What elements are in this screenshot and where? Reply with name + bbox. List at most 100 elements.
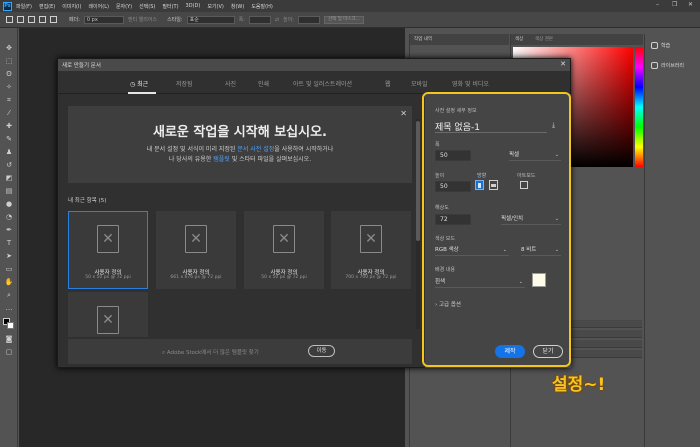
recent-item-size: 50 x 50 px @ 72 ppi <box>85 275 131 280</box>
recent-item[interactable]: ✕ <box>68 292 148 337</box>
hand-tool-icon[interactable]: ✋ <box>4 278 14 286</box>
tab-recent-label: 최근 <box>137 81 149 88</box>
document-presets-link[interactable]: 문서 사전 설정 <box>237 146 274 153</box>
shape-tool-icon[interactable]: ▭ <box>4 265 14 273</box>
menu-window[interactable]: 창(W) <box>231 3 244 10</box>
feather-input[interactable]: 0 px <box>83 15 124 24</box>
subtract-selection-icon[interactable] <box>39 16 46 23</box>
options-bar: 페더: 0 px 앤티 앨리어스 스타일: 표준 폭: ⇄ 높이: 선택 및 마… <box>0 12 700 28</box>
menu-image[interactable]: 이미지(I) <box>62 3 81 10</box>
menu-bar: Ps 파일(F) 편집(E) 이미지(I) 레이어(L) 문자(Y) 선택(S)… <box>0 0 700 12</box>
menu-help[interactable]: 도움말(H) <box>251 3 272 10</box>
screen-mode-icon[interactable]: ▢ <box>4 348 14 356</box>
background-color-swatch[interactable] <box>7 322 14 329</box>
recent-item-size: 700 x 700 px @ 72 ppi <box>345 275 397 280</box>
antialias-checkbox[interactable]: 앤티 앨리어스 <box>128 16 157 23</box>
learn-panel-button[interactable]: 학습 <box>651 42 670 49</box>
brush-tool-icon[interactable]: ✎ <box>4 135 14 143</box>
new-selection-icon[interactable] <box>17 16 24 23</box>
layer-row[interactable] <box>570 320 642 328</box>
intersect-selection-icon[interactable] <box>50 16 57 23</box>
swap-icon[interactable]: ⇄ <box>275 17 279 23</box>
select-and-mask-button[interactable]: 선택 및 마스크... <box>323 15 364 24</box>
menu-file[interactable]: 파일(F) <box>16 3 32 10</box>
tab-history[interactable]: 작업 내역 <box>414 36 432 42</box>
menu-select[interactable]: 선택(S) <box>139 3 155 10</box>
tab-print[interactable]: 인쇄 <box>258 79 269 88</box>
zoom-tool-icon[interactable]: ⌕ <box>4 291 14 299</box>
history-brush-icon[interactable]: ↺ <box>4 161 14 169</box>
tab-film-video[interactable]: 영화 및 비디오 <box>452 79 489 88</box>
welcome-line-1: 내 문서 설정 및 서식이 미리 지정된 문서 사전 설정을 사용하여 시작하거… <box>68 144 412 153</box>
eyedropper-icon[interactable]: ⁄ <box>4 109 14 117</box>
style-select[interactable]: 표준 <box>186 15 235 24</box>
quick-mask-icon[interactable]: ◙ <box>4 335 14 343</box>
add-selection-icon[interactable] <box>28 16 35 23</box>
more-tools-icon[interactable]: … <box>4 304 14 312</box>
hue-slider[interactable] <box>635 47 643 167</box>
move-tool-icon[interactable]: ✥ <box>4 44 14 52</box>
tab-art-illustration[interactable]: 아트 및 일러스트레이션 <box>293 79 352 88</box>
recent-items-label: 내 최근 항목 (5) <box>68 198 107 204</box>
search-go-button[interactable]: 이동 <box>308 345 335 357</box>
maximize-button[interactable]: ❐ <box>672 1 677 8</box>
lightbulb-icon <box>651 42 658 49</box>
marquee-tool-icon[interactable] <box>6 16 13 23</box>
width-input[interactable] <box>248 15 271 24</box>
stock-search-input[interactable]: ⌕ Adobe Stock에서 더 많은 템플릿 찾기 <box>162 348 259 357</box>
pen-tool-icon[interactable]: ✒ <box>4 226 14 234</box>
close-icon[interactable]: ✕ <box>560 60 566 68</box>
welcome-line-2: 나 당사의 유용한 템플릿 및 스타터 파일을 살펴보십시오. <box>68 154 412 163</box>
tab-mobile[interactable]: 모바일 <box>411 79 428 88</box>
tab-saved[interactable]: 저장됨 <box>176 79 193 88</box>
layer-row[interactable] <box>570 330 642 338</box>
gradient-tool-icon[interactable]: ▤ <box>4 187 14 195</box>
dodge-tool-icon[interactable]: ◔ <box>4 213 14 221</box>
tab-swatches[interactable]: 색상 견본 <box>535 36 553 42</box>
tab-color[interactable]: 색상 <box>515 36 523 42</box>
toolbar: ✥ ⬚ ʘ ✧ ⌗ ⁄ ✚ ✎ ♟ ↺ ◩ ▤ ● ◔ ✒ T ➤ ▭ ✋ ⌕ … <box>0 28 18 447</box>
layer-row[interactable] <box>570 350 642 358</box>
menu-layer[interactable]: 레이어(L) <box>88 3 109 10</box>
scrollbar-thumb[interactable] <box>416 121 420 241</box>
welcome-text: 을 사용하여 시작하거나 <box>274 146 334 153</box>
close-window-button[interactable]: ✕ <box>688 1 693 8</box>
recent-item[interactable]: ✕ 사용자 정의 50 x 50 px @ 72 ppi <box>68 211 148 289</box>
menu-type[interactable]: 문자(Y) <box>116 3 132 10</box>
recent-item-size: 50 x 50 px @ 72 ppi <box>261 275 307 280</box>
layer-row[interactable] <box>570 340 642 348</box>
type-tool-icon[interactable]: T <box>4 239 14 247</box>
templates-link[interactable]: 템플릿 <box>213 156 230 163</box>
magic-wand-icon[interactable]: ✧ <box>4 83 14 91</box>
tab-recent[interactable]: ◷ 최근 <box>130 79 148 88</box>
learn-label: 학습 <box>661 43 671 49</box>
path-select-icon[interactable]: ➤ <box>4 252 14 260</box>
welcome-title: 새로운 작업을 시작해 보십시오. <box>153 125 327 140</box>
blur-tool-icon[interactable]: ● <box>4 200 14 208</box>
document-icon: ✕ <box>273 225 295 253</box>
height-input[interactable] <box>297 15 320 24</box>
healing-brush-icon[interactable]: ✚ <box>4 122 14 130</box>
close-icon[interactable]: ✕ <box>400 109 407 118</box>
style-label: 스타일: <box>167 17 183 23</box>
stamp-tool-icon[interactable]: ♟ <box>4 148 14 156</box>
menu-filter[interactable]: 필터(T) <box>162 3 178 10</box>
recent-item[interactable]: ✕ 사용자 정의 700 x 700 px @ 72 ppi <box>331 211 411 289</box>
crop-tool-icon[interactable]: ⌗ <box>4 96 14 104</box>
eraser-tool-icon[interactable]: ◩ <box>4 174 14 182</box>
stock-search-bar: ⌕ Adobe Stock에서 더 많은 템플릿 찾기 이동 <box>68 339 412 364</box>
document-icon: ✕ <box>360 225 382 253</box>
tab-photo[interactable]: 사진 <box>225 79 236 88</box>
minimize-button[interactable]: – <box>656 1 659 8</box>
menu-3d[interactable]: 3D(D) <box>186 3 201 9</box>
recent-item-size: 661 x 676 px @ 72 ppi <box>170 275 222 280</box>
recent-item[interactable]: ✕ 사용자 정의 661 x 676 px @ 72 ppi <box>156 211 236 289</box>
recent-item[interactable]: ✕ 사용자 정의 50 x 50 px @ 72 ppi <box>244 211 324 289</box>
libraries-panel-button[interactable]: 라이브러리 <box>651 62 684 69</box>
menu-view[interactable]: 보기(V) <box>207 3 224 10</box>
tab-web[interactable]: 웹 <box>385 79 391 88</box>
height-label: 높이: <box>283 17 294 23</box>
lasso-tool-icon[interactable]: ʘ <box>4 70 14 78</box>
menu-edit[interactable]: 편집(E) <box>39 3 55 10</box>
marquee-tool-icon[interactable]: ⬚ <box>4 57 14 65</box>
